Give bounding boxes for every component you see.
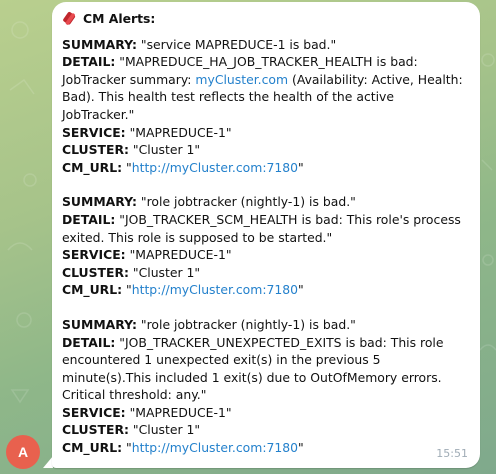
summary-line: SUMMARY: "role jobtracker (nightly-1) is…	[62, 193, 470, 211]
cm-url-link[interactable]: http://myCluster.com:7180	[132, 160, 298, 175]
cm-url-line: CM_URL: "http://myCluster.com:7180"	[62, 159, 470, 177]
cluster-line: CLUSTER: "Cluster 1"	[62, 421, 470, 439]
service-value: "MAPREDUCE-1"	[129, 404, 232, 420]
quote-close: "	[298, 440, 304, 456]
summary-key: SUMMARY:	[62, 36, 137, 52]
rolled-scroll-icon	[63, 12, 76, 26]
service-value: "MAPREDUCE-1"	[129, 247, 232, 263]
detail-key: DETAIL:	[62, 211, 116, 227]
service-line: SERVICE: "MAPREDUCE-1"	[62, 124, 470, 142]
cm-url-line: CM_URL: "http://myCluster.com:7180"	[62, 439, 470, 457]
service-key: SERVICE:	[62, 404, 126, 420]
summary-line: SUMMARY: "service MAPREDUCE-1 is bad."	[62, 36, 470, 54]
summary-value: "role jobtracker (nightly-1) is bad."	[140, 316, 356, 332]
service-line: SERVICE: "MAPREDUCE-1"	[62, 404, 470, 422]
cluster-value: "Cluster 1"	[132, 264, 201, 280]
cluster-line: CLUSTER: "Cluster 1"	[62, 264, 470, 282]
service-key: SERVICE:	[62, 247, 126, 263]
cm-url-key: CM_URL:	[62, 159, 123, 175]
service-line: SERVICE: "MAPREDUCE-1"	[62, 246, 470, 264]
alert-block-1: SUMMARY: "service MAPREDUCE-1 is bad." D…	[62, 36, 470, 177]
detail-line: DETAIL: "JOB_TRACKER_UNEXPECTED_EXITS is…	[62, 334, 470, 404]
cm-url-line: CM_URL: "http://myCluster.com:7180"	[62, 281, 470, 299]
summary-key: SUMMARY:	[62, 194, 137, 210]
message-header: CM Alerts:	[62, 10, 470, 28]
quote-close: "	[298, 282, 304, 298]
summary-line: SUMMARY: "role jobtracker (nightly-1) is…	[62, 316, 470, 334]
summary-value: "service MAPREDUCE-1 is bad."	[140, 36, 337, 52]
alert-block-3: SUMMARY: "role jobtracker (nightly-1) is…	[62, 316, 470, 457]
alert-block-2: SUMMARY: "role jobtracker (nightly-1) is…	[62, 193, 470, 299]
cluster-key: CLUSTER:	[62, 264, 129, 280]
cluster-link[interactable]: myCluster.com	[195, 72, 288, 87]
service-value: "MAPREDUCE-1"	[129, 124, 232, 140]
detail-line: DETAIL: "JOB_TRACKER_SCM_HEALTH is bad: …	[62, 211, 470, 246]
cluster-key: CLUSTER:	[62, 422, 129, 438]
sender-avatar[interactable]: A	[6, 435, 40, 469]
detail-key: DETAIL:	[62, 54, 116, 70]
cm-url-link[interactable]: http://myCluster.com:7180	[132, 440, 298, 455]
cm-url-key: CM_URL:	[62, 440, 123, 456]
detail-value: "JOB_TRACKER_UNEXPECTED_EXITS is bad: Th…	[62, 334, 444, 403]
detail-key: DETAIL:	[62, 334, 116, 350]
summary-value: "role jobtracker (nightly-1) is bad."	[140, 194, 356, 210]
cm-url-key: CM_URL:	[62, 282, 123, 298]
cm-url-link[interactable]: http://myCluster.com:7180	[132, 282, 298, 297]
message-title: CM Alerts:	[83, 11, 156, 26]
message-bubble[interactable]: CM Alerts: SUMMARY: "service MAPREDUCE-1…	[52, 2, 480, 468]
cluster-value: "Cluster 1"	[132, 422, 201, 438]
cluster-value: "Cluster 1"	[132, 142, 201, 158]
cluster-line: CLUSTER: "Cluster 1"	[62, 141, 470, 159]
quote-close: "	[298, 159, 304, 175]
cluster-key: CLUSTER:	[62, 142, 129, 158]
avatar-initial: A	[17, 444, 29, 460]
summary-key: SUMMARY:	[62, 316, 137, 332]
detail-line: DETAIL: "MAPREDUCE_HA_JOB_TRACKER_HEALTH…	[62, 53, 470, 123]
detail-value: "JOB_TRACKER_SCM_HEALTH is bad: This rol…	[62, 211, 461, 245]
message-timestamp: 15:51	[436, 447, 468, 461]
service-key: SERVICE:	[62, 124, 126, 140]
